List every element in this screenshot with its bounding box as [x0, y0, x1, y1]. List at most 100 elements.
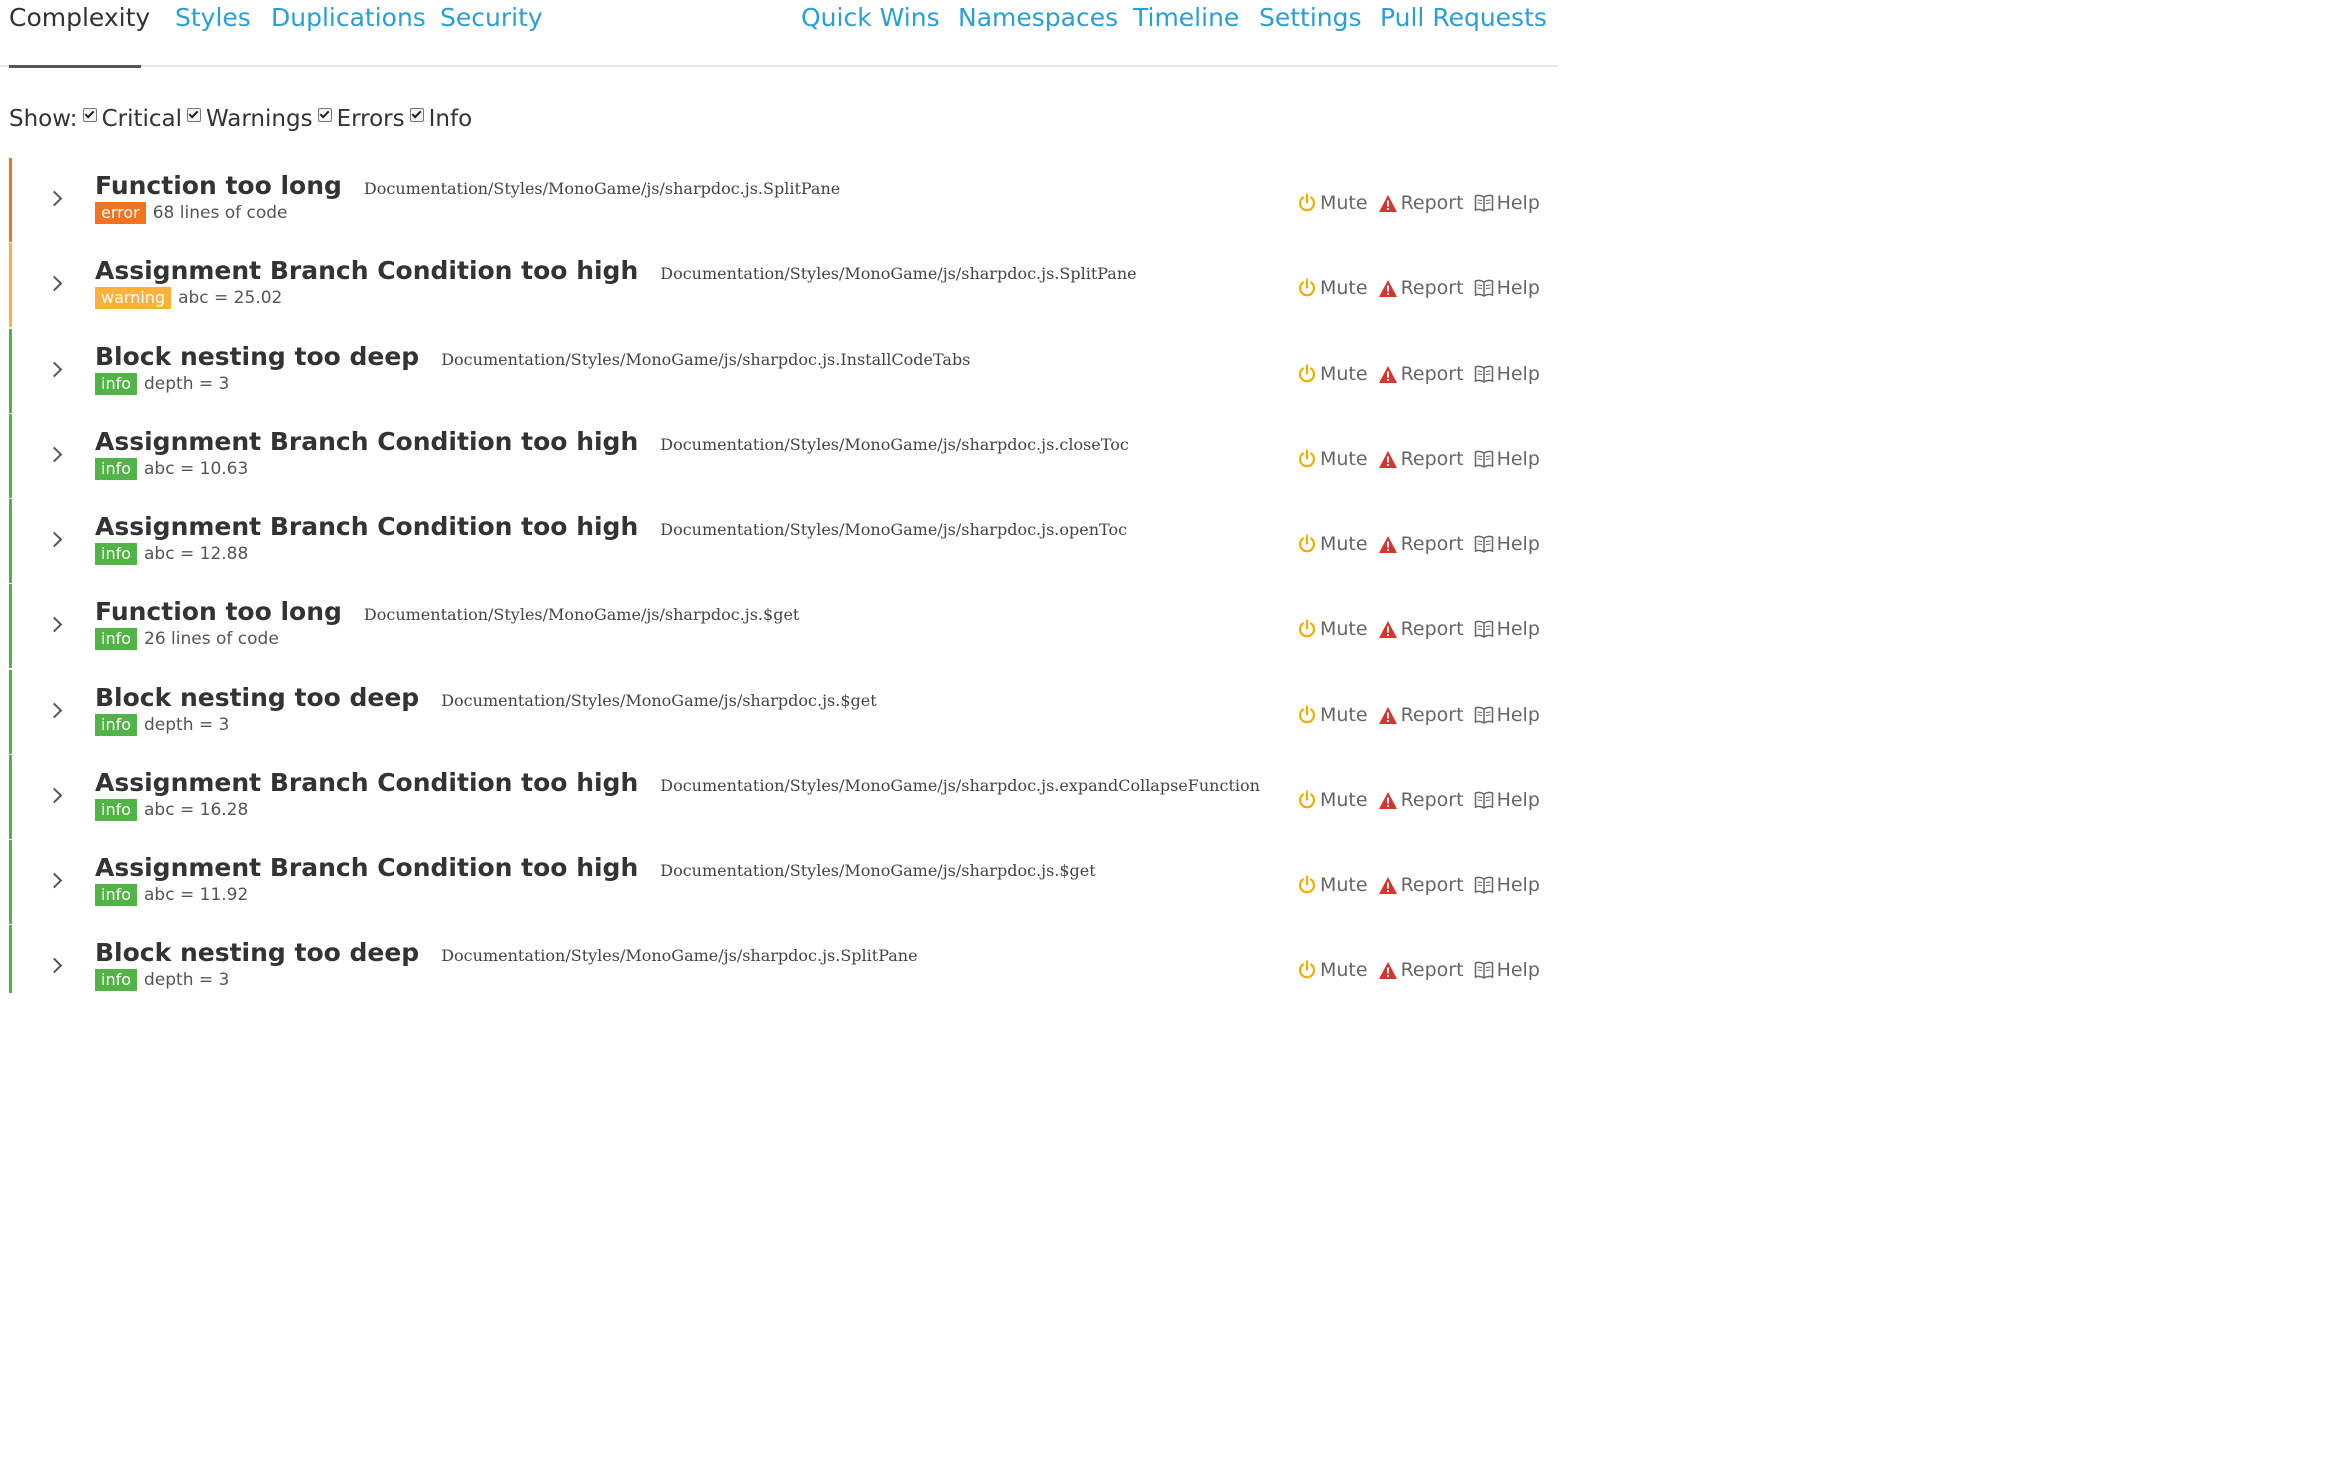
warning-icon [1378, 279, 1397, 297]
mute-button[interactable]: Mute [1297, 533, 1368, 555]
chevron-right-icon[interactable] [46, 872, 63, 889]
report-label: Report [1400, 704, 1464, 726]
mute-button[interactable]: Mute [1297, 618, 1368, 640]
help-button[interactable]: Help [1474, 448, 1540, 470]
help-button[interactable]: Help [1474, 618, 1540, 640]
report-button[interactable]: Report [1378, 448, 1464, 470]
issue-path[interactable]: Documentation/Styles/MonoGame/js/sharpdo… [441, 946, 917, 965]
mute-button[interactable]: Mute [1297, 959, 1368, 981]
tab-settings[interactable]: Settings [1259, 3, 1362, 32]
issue-path[interactable]: Documentation/Styles/MonoGame/js/sharpdo… [660, 776, 1260, 795]
issue-row[interactable]: Assignment Branch Condition too high Doc… [9, 499, 1558, 583]
issue-path[interactable]: Documentation/Styles/MonoGame/js/sharpdo… [660, 861, 1095, 880]
help-button[interactable]: Help [1474, 277, 1540, 299]
issue-path[interactable]: Documentation/Styles/MonoGame/js/sharpdo… [364, 179, 840, 198]
report-button[interactable]: Report [1378, 959, 1464, 981]
tab-quick-wins[interactable]: Quick Wins [801, 3, 940, 32]
severity-badge: info [95, 373, 138, 395]
chevron-right-icon[interactable] [46, 361, 63, 378]
chevron-right-icon[interactable] [46, 190, 63, 207]
issue-path[interactable]: Documentation/Styles/MonoGame/js/sharpdo… [441, 691, 876, 710]
issue-path[interactable]: Documentation/Styles/MonoGame/js/sharpdo… [660, 435, 1129, 454]
report-button[interactable]: Report [1378, 874, 1464, 896]
issue-path[interactable]: Documentation/Styles/MonoGame/js/sharpdo… [364, 605, 799, 624]
chevron-right-icon[interactable] [46, 446, 63, 463]
warnings-checkbox[interactable] [187, 108, 202, 122]
filter-errors[interactable]: Errors [313, 106, 405, 132]
report-button[interactable]: Report [1378, 277, 1464, 299]
warning-icon [1378, 450, 1397, 468]
issue-row[interactable]: Assignment Branch Condition too high Doc… [9, 840, 1558, 924]
issue-row[interactable]: Assignment Branch Condition too high Doc… [9, 414, 1558, 498]
severity-badge: info [95, 799, 138, 821]
report-button[interactable]: Report [1378, 533, 1464, 555]
report-button[interactable]: Report [1378, 789, 1464, 811]
info-checkbox[interactable] [409, 108, 424, 122]
tab-duplications[interactable]: Duplications [271, 3, 426, 32]
issue-title: Block nesting too deep [95, 938, 420, 967]
issue-row[interactable]: Block nesting too deep Documentation/Sty… [9, 670, 1558, 754]
mute-button[interactable]: Mute [1297, 789, 1368, 811]
tab-pull-requests[interactable]: Pull Requests [1380, 3, 1547, 32]
severity-badge: info [95, 884, 138, 906]
issue-path[interactable]: Documentation/Styles/MonoGame/js/sharpdo… [441, 350, 970, 369]
chevron-right-icon[interactable] [46, 616, 63, 633]
filter-critical[interactable]: Critical [78, 106, 182, 132]
critical-checkbox[interactable] [82, 108, 97, 122]
report-button[interactable]: Report [1378, 618, 1464, 640]
chevron-right-icon[interactable] [46, 531, 63, 548]
power-icon [1298, 534, 1316, 553]
filter-warnings[interactable]: Warnings [182, 106, 313, 132]
severity-badge: info [95, 969, 138, 991]
issue-row[interactable]: Assignment Branch Condition too high Doc… [9, 755, 1558, 839]
chevron-right-icon[interactable] [46, 957, 63, 974]
issue-row[interactable]: Block nesting too deep Documentation/Sty… [9, 329, 1558, 413]
filter-info[interactable]: Info [405, 106, 472, 132]
tab-styles[interactable]: Styles [175, 3, 251, 32]
help-button[interactable]: Help [1474, 533, 1540, 555]
tab-timeline[interactable]: Timeline [1133, 3, 1239, 32]
tab-complexity[interactable]: Complexity [9, 3, 150, 32]
book-icon [1474, 706, 1493, 724]
mute-button[interactable]: Mute [1297, 704, 1368, 726]
issue-path[interactable]: Documentation/Styles/MonoGame/js/sharpdo… [660, 264, 1136, 283]
issue-row[interactable]: Block nesting too deep Documentation/Sty… [9, 925, 1558, 993]
filter-label: Warnings [206, 106, 313, 132]
issue-row[interactable]: Assignment Branch Condition too high Doc… [9, 243, 1558, 327]
report-button[interactable]: Report [1378, 192, 1464, 214]
mute-button[interactable]: Mute [1297, 277, 1368, 299]
help-label: Help [1496, 533, 1540, 555]
warning-icon [1378, 791, 1397, 809]
chevron-right-icon[interactable] [46, 787, 63, 804]
help-button[interactable]: Help [1474, 959, 1540, 981]
issue-metric: depth = 3 [144, 715, 230, 735]
report-button[interactable]: Report [1378, 363, 1464, 385]
mute-label: Mute [1320, 874, 1368, 896]
chevron-right-icon[interactable] [46, 702, 63, 719]
help-button[interactable]: Help [1474, 789, 1540, 811]
book-icon [1474, 961, 1493, 979]
tab-security[interactable]: Security [440, 3, 543, 32]
mute-button[interactable]: Mute [1297, 874, 1368, 896]
issue-row[interactable]: Function too long Documentation/Styles/M… [9, 158, 1558, 242]
report-button[interactable]: Report [1378, 704, 1464, 726]
mute-label: Mute [1320, 704, 1368, 726]
mute-button[interactable]: Mute [1297, 448, 1368, 470]
help-label: Help [1496, 192, 1540, 214]
tab-namespaces[interactable]: Namespaces [958, 3, 1118, 32]
issue-path[interactable]: Documentation/Styles/MonoGame/js/sharpdo… [660, 520, 1127, 539]
help-button[interactable]: Help [1474, 874, 1540, 896]
help-label: Help [1496, 363, 1540, 385]
report-label: Report [1400, 618, 1464, 640]
warning-icon [1378, 876, 1397, 894]
help-button[interactable]: Help [1474, 704, 1540, 726]
chevron-right-icon[interactable] [46, 275, 63, 292]
mute-button[interactable]: Mute [1297, 363, 1368, 385]
mute-button[interactable]: Mute [1297, 192, 1368, 214]
help-button[interactable]: Help [1474, 192, 1540, 214]
errors-checkbox[interactable] [317, 108, 332, 122]
help-button[interactable]: Help [1474, 363, 1540, 385]
report-label: Report [1400, 363, 1464, 385]
issue-row[interactable]: Function too long Documentation/Styles/M… [9, 584, 1558, 668]
help-label: Help [1496, 277, 1540, 299]
